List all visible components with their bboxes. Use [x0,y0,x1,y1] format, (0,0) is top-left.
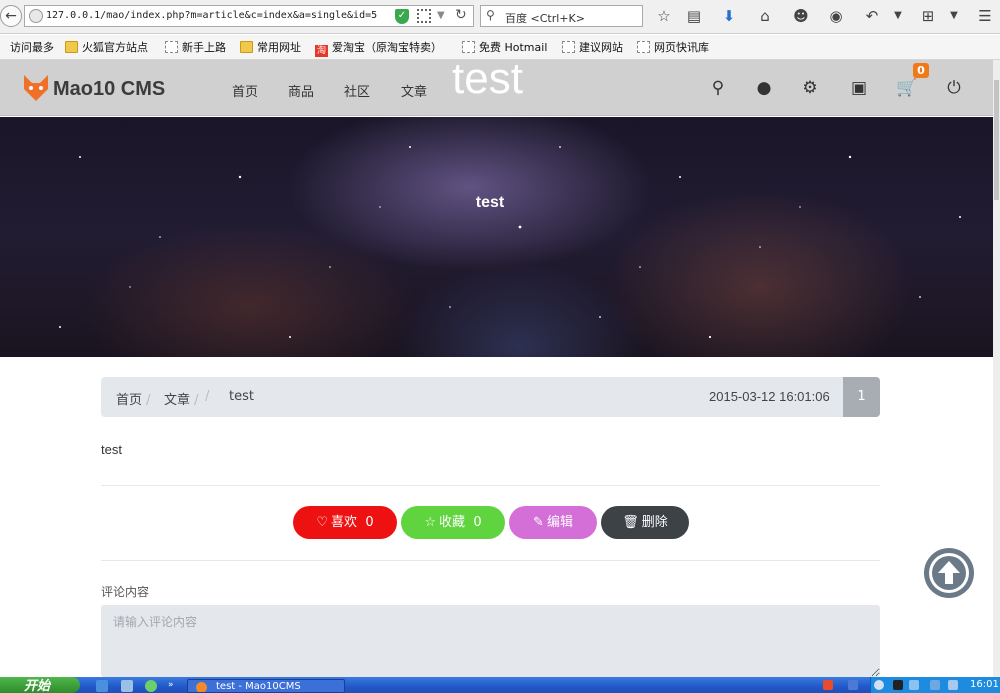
volume-icon[interactable] [930,680,940,690]
back-icon[interactable]: ← [0,5,22,27]
library-icon[interactable]: ▤ [684,6,704,26]
banner-title: test [475,194,505,211]
edit-button[interactable]: ✎ 编辑 [509,506,597,539]
chevron-down-icon[interactable]: ▼ [437,10,445,21]
view-count-badge: 1 [843,377,880,417]
reload-icon[interactable]: ↻ [455,7,467,23]
browser-nav-bar: ← 127.0.0.1/mao/index.php?m=article&c=in… [0,0,1000,34]
breadcrumb-empty[interactable]: / [205,389,209,404]
folder-icon [65,41,78,53]
cart-icon[interactable]: 🛒 [896,77,918,99]
comment-textarea[interactable] [101,605,880,677]
page-icon [165,41,178,53]
page-scrollbar[interactable] [993,60,1000,677]
crop-icon[interactable]: ⊞ [918,6,938,26]
network-icon[interactable] [909,680,919,690]
taskbar-clock: 16:01 [970,679,999,690]
heart-icon: ♡ [316,515,329,530]
power-icon[interactable]: ⏻ [943,77,965,99]
bookmark-item[interactable]: 火狐官方站点 [65,39,148,55]
address-bar[interactable]: 127.0.0.1/mao/index.php?m=article&c=inde… [24,5,474,27]
bookmark-item[interactable]: 常用网址 [240,39,301,55]
post-date: 2015-03-12 16:01:06 [709,389,830,404]
bookmark-item[interactable]: 淘爱淘宝（原淘宝特卖） [315,39,442,57]
delete-button[interactable]: 🗑 删除 [601,506,689,539]
pen-icon[interactable] [848,680,858,690]
address-text: 127.0.0.1/mao/index.php?m=article&c=inde… [46,10,378,21]
like-button[interactable]: ♡ 喜欢 0 [293,506,397,539]
chevron-right-icon[interactable]: » [168,680,176,692]
bookmark-item[interactable]: 免费 Hotmail [462,39,547,55]
firefox-icon [196,682,207,692]
sogou-icon[interactable] [823,680,833,690]
trash-icon: 🗑 [622,515,639,530]
qr-code-icon[interactable] [417,9,431,23]
settings-icon[interactable]: ⚙ [799,77,821,99]
globe-icon [29,9,43,23]
search-icon[interactable]: ⚲ [707,77,729,99]
divider [101,560,880,561]
hero-banner: test [0,117,993,357]
star-icon: ☆ [424,515,437,530]
nav-home[interactable]: 首页 [232,81,258,100]
scroll-thumb[interactable] [994,80,999,200]
favorite-button[interactable]: ☆ 收藏 0 [401,506,505,539]
qq-icon[interactable] [893,680,903,690]
breadcrumb-current: test [229,389,254,404]
money-icon[interactable]: ▣ [848,77,870,99]
nav-products[interactable]: 商品 [288,81,314,100]
breadcrumb: 首页 / 文章 / / test 2015-03-12 16:01:06 1 [101,377,880,417]
divider [101,485,880,486]
site-header: Mao10 CMS 首页 商品 社区 文章 test ⚲ ● ⚙ ▣ 🛒 0 ⏻ [0,54,993,116]
page-icon [462,41,475,53]
edit-icon: ✎ [533,515,544,530]
help-icon[interactable] [874,680,884,690]
cart-count-badge: 0 [913,63,929,78]
comment-label: 评论内容 [101,585,150,599]
menu-icon[interactable]: ☰ [975,6,995,26]
taobao-icon: 淘 [315,45,328,57]
browser-icon[interactable] [145,680,157,692]
bookmark-item[interactable]: 访问最多 [0,39,54,55]
crop-dropdown-icon[interactable]: ▼ [944,6,964,26]
back-to-top-inner [929,553,969,593]
search-icon: ⚲ [486,8,495,22]
windows-taskbar: 开始 » test - Mao10CMS 16:01 [0,677,1000,693]
back-to-top-button[interactable] [924,548,974,598]
page-icon [637,41,650,53]
start-button[interactable]: 开始 [0,677,80,693]
folder-icon [240,41,253,53]
desktop-icon[interactable] [121,680,133,692]
page-icon [562,41,575,53]
ie-icon[interactable] [96,680,108,692]
breadcrumb-articles[interactable]: 文章 / [164,389,199,408]
bookmark-item[interactable]: 网页快讯库 [637,39,709,55]
user-icon[interactable]: ● [753,77,775,99]
display-icon[interactable] [948,680,958,690]
arrow-up-icon [932,556,966,590]
chat-icon[interactable]: ◉ [826,6,846,26]
gear-bookmark-icon [0,41,6,53]
nav-articles[interactable]: 文章 [401,81,427,100]
browser-search-input[interactable]: ⚲ 百度 <Ctrl+K> [480,5,643,27]
fox-logo-icon[interactable] [22,75,50,101]
smiley-icon[interactable]: ☻ [791,6,811,26]
site-logo-text[interactable]: Mao10 CMS [53,78,165,101]
breadcrumb-home[interactable]: 首页 / [116,389,151,408]
download-icon[interactable]: ⬇ [719,6,739,26]
undo-icon[interactable]: ↶ [862,6,882,26]
shield-icon[interactable]: ✓ [395,9,409,24]
bookmark-item[interactable]: 新手上路 [165,39,226,55]
starfield [59,146,961,339]
taskbar-item-firefox[interactable]: test - Mao10CMS [187,679,345,693]
nav-community[interactable]: 社区 [344,81,370,100]
bookmark-item[interactable]: 建议网站 [562,39,623,55]
overlay-title: test [452,54,523,103]
search-placeholder: 百度 <Ctrl+K> [505,12,585,25]
undo-dropdown-icon[interactable]: ▼ [888,6,908,26]
bookmark-star-icon[interactable]: ☆ [654,6,674,26]
article-body: test [101,442,122,457]
home-icon[interactable]: ⌂ [755,6,775,26]
